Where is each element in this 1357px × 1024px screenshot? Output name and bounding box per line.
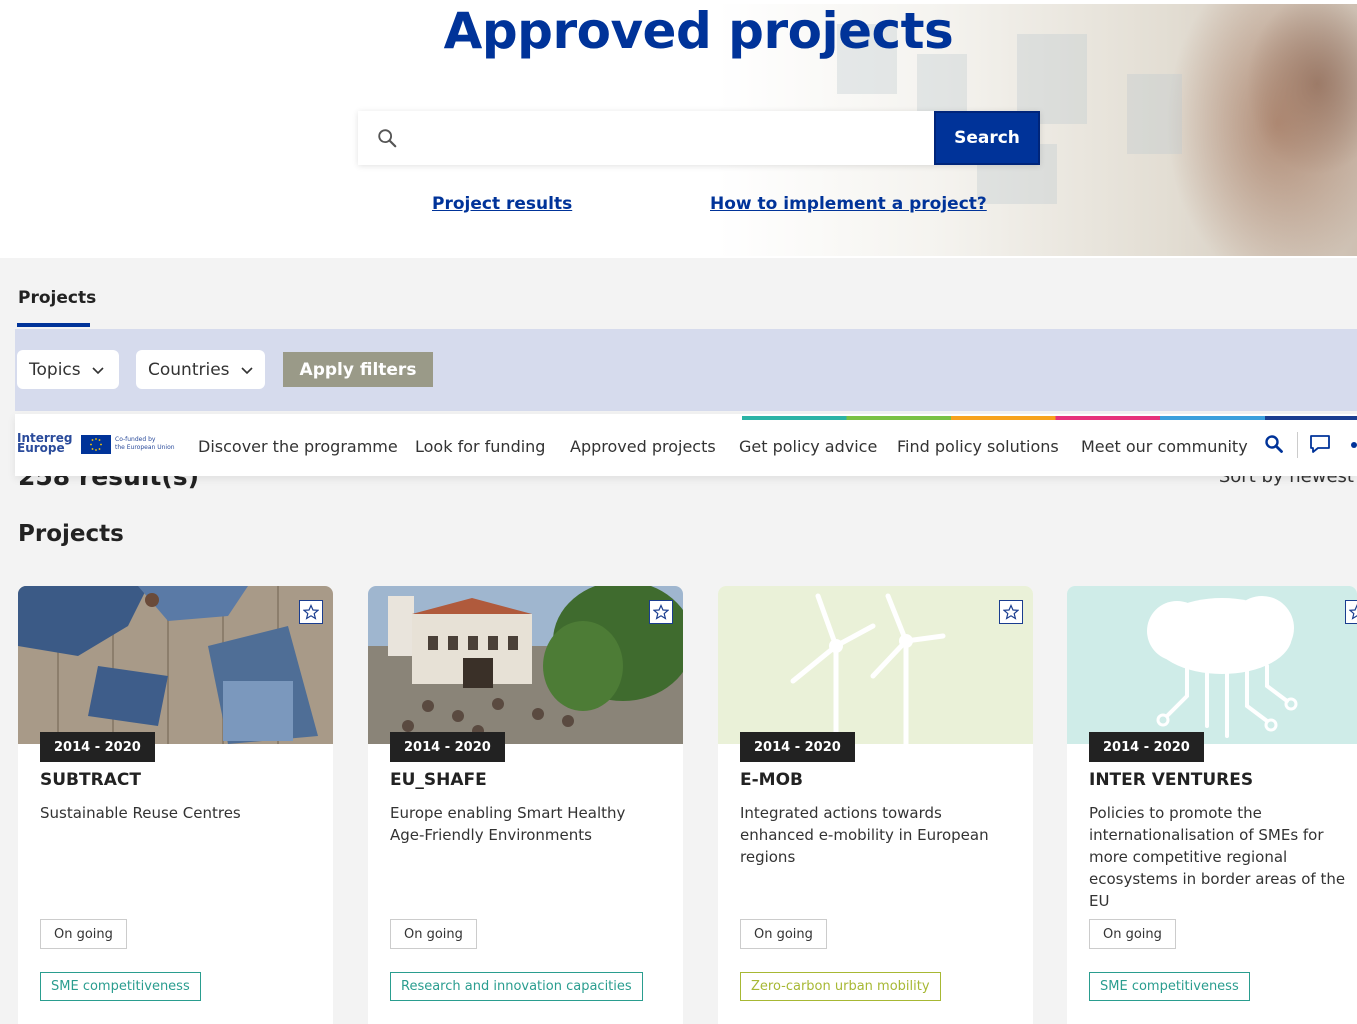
project-acronym[interactable]: E-MOB [740, 770, 803, 790]
period-badge: 2014 - 2020 [740, 732, 855, 762]
project-description: Sustainable Reuse Centres [40, 804, 241, 822]
project-results-link[interactable]: Project results [432, 194, 572, 214]
topics-dropdown-label: Topics [29, 359, 81, 380]
tab-active-indicator [17, 323, 90, 327]
apply-filters-button[interactable]: Apply filters [283, 352, 433, 387]
eu-flag-icon [81, 435, 111, 454]
nav-item-policy-advice[interactable]: Get policy advice [739, 437, 877, 456]
nav-divider [1297, 432, 1298, 458]
project-acronym[interactable]: EU_SHAFE [390, 770, 487, 790]
project-acronym[interactable]: INTER VENTURES [1089, 770, 1253, 790]
project-card[interactable]: 2014 - 2020 INTER VENTURES Policies to p… [1067, 586, 1357, 1024]
favorite-star-icon[interactable] [1345, 600, 1357, 624]
period-badge: 2014 - 2020 [390, 732, 505, 762]
period-badge: 2014 - 2020 [40, 732, 155, 762]
period-badge: 2014 - 2020 [1089, 732, 1204, 762]
project-description: Europe enabling Smart Healthy Age-Friend… [390, 804, 626, 844]
project-image [718, 586, 1033, 744]
how-to-implement-link[interactable]: How to implement a project? [710, 194, 987, 214]
page-title: Approved projects [443, 2, 954, 60]
user-icon[interactable] [1351, 442, 1357, 448]
project-image [1067, 586, 1357, 744]
status-badge: On going [390, 919, 477, 949]
topic-tag[interactable]: Research and innovation capacities [390, 972, 643, 1001]
nav-item-approved-projects[interactable]: Approved projects [570, 437, 716, 456]
nav-item-funding[interactable]: Look for funding [415, 437, 545, 456]
nav-item-community[interactable]: Meet our community [1081, 437, 1248, 456]
favorite-star-icon[interactable] [649, 600, 673, 624]
status-badge: On going [40, 919, 127, 949]
topic-tag[interactable]: SME competitiveness [40, 972, 201, 1001]
project-card[interactable]: 2014 - 2020 SUBTRACT Sustainable Reuse C… [18, 586, 333, 1024]
topics-dropdown[interactable]: Topics [17, 350, 119, 389]
tab-projects[interactable]: Projects [18, 288, 96, 308]
favorite-star-icon[interactable] [299, 600, 323, 624]
filter-bar: Topics Countries Apply filters [15, 329, 1357, 411]
project-acronym[interactable]: SUBTRACT [40, 770, 141, 790]
logo-wordmark: Interreg Europe [17, 431, 73, 455]
section-title: Projects [18, 521, 124, 547]
project-description: Integrated actions towards enhanced e-mo… [740, 804, 989, 866]
favorite-star-icon[interactable] [999, 600, 1023, 624]
status-badge: On going [1089, 919, 1176, 949]
main-navigation: Interreg Europe Co-funded by the Europea… [15, 414, 1357, 476]
nav-item-policy-solutions[interactable]: Find policy solutions [897, 437, 1059, 456]
search-input[interactable] [414, 119, 924, 157]
status-badge: On going [740, 919, 827, 949]
search-box: Search [358, 111, 1040, 165]
chevron-down-icon [240, 366, 253, 374]
topic-tag[interactable]: Zero-carbon urban mobility [740, 972, 941, 1001]
project-card[interactable]: 2014 - 2020 E-MOB Integrated actions tow… [718, 586, 1033, 1024]
topic-tag[interactable]: SME competitiveness [1089, 972, 1250, 1001]
search-icon[interactable] [1264, 434, 1284, 454]
hero-banner: Approved projects Search Project results… [0, 0, 1357, 258]
chat-icon[interactable] [1309, 434, 1331, 454]
project-card[interactable]: 2014 - 2020 EU_SHAFE Europe enabling Sma… [368, 586, 683, 1024]
nav-item-discover[interactable]: Discover the programme [198, 437, 398, 456]
project-description: Policies to promote the internationalisa… [1089, 804, 1346, 910]
cofunded-text: Co-funded by the European Union [115, 436, 175, 451]
countries-dropdown[interactable]: Countries [136, 350, 265, 389]
search-icon [378, 129, 397, 148]
search-button[interactable]: Search [934, 111, 1040, 165]
color-stripe [742, 416, 1357, 420]
project-image [18, 586, 333, 744]
project-image [368, 586, 683, 744]
interreg-logo[interactable]: Interreg Europe Co-funded by the Europea… [17, 431, 177, 457]
chevron-down-icon [92, 366, 104, 374]
countries-dropdown-label: Countries [148, 359, 230, 380]
